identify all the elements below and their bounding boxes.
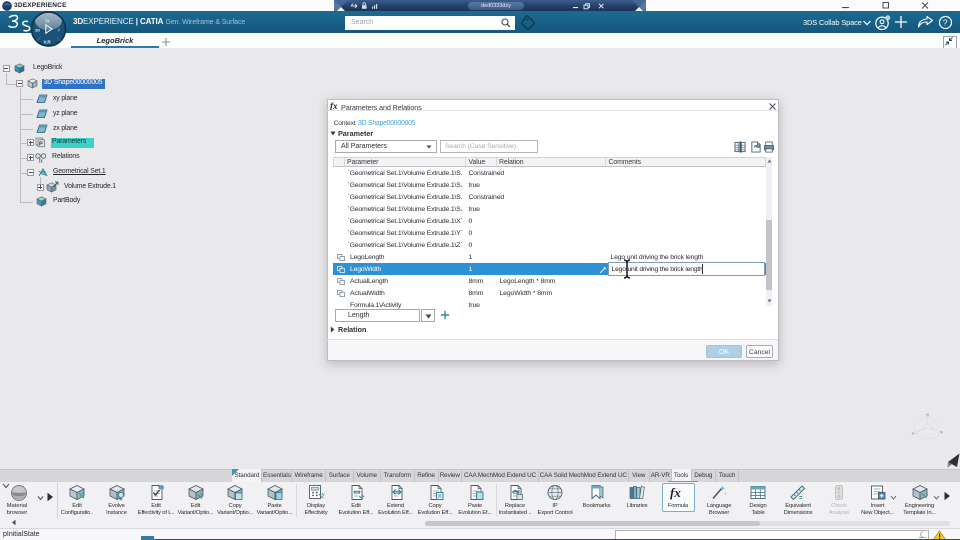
svg-text:P: P: [39, 142, 43, 148]
svg-text:?: ?: [943, 18, 948, 28]
svg-text:3D: 3D: [35, 28, 40, 33]
svg-text:fx: fx: [39, 158, 44, 164]
svg-text:7x: 7x: [45, 19, 51, 24]
svg-text:=: =: [799, 496, 803, 502]
svg-text:V.R: V.R: [44, 40, 52, 45]
